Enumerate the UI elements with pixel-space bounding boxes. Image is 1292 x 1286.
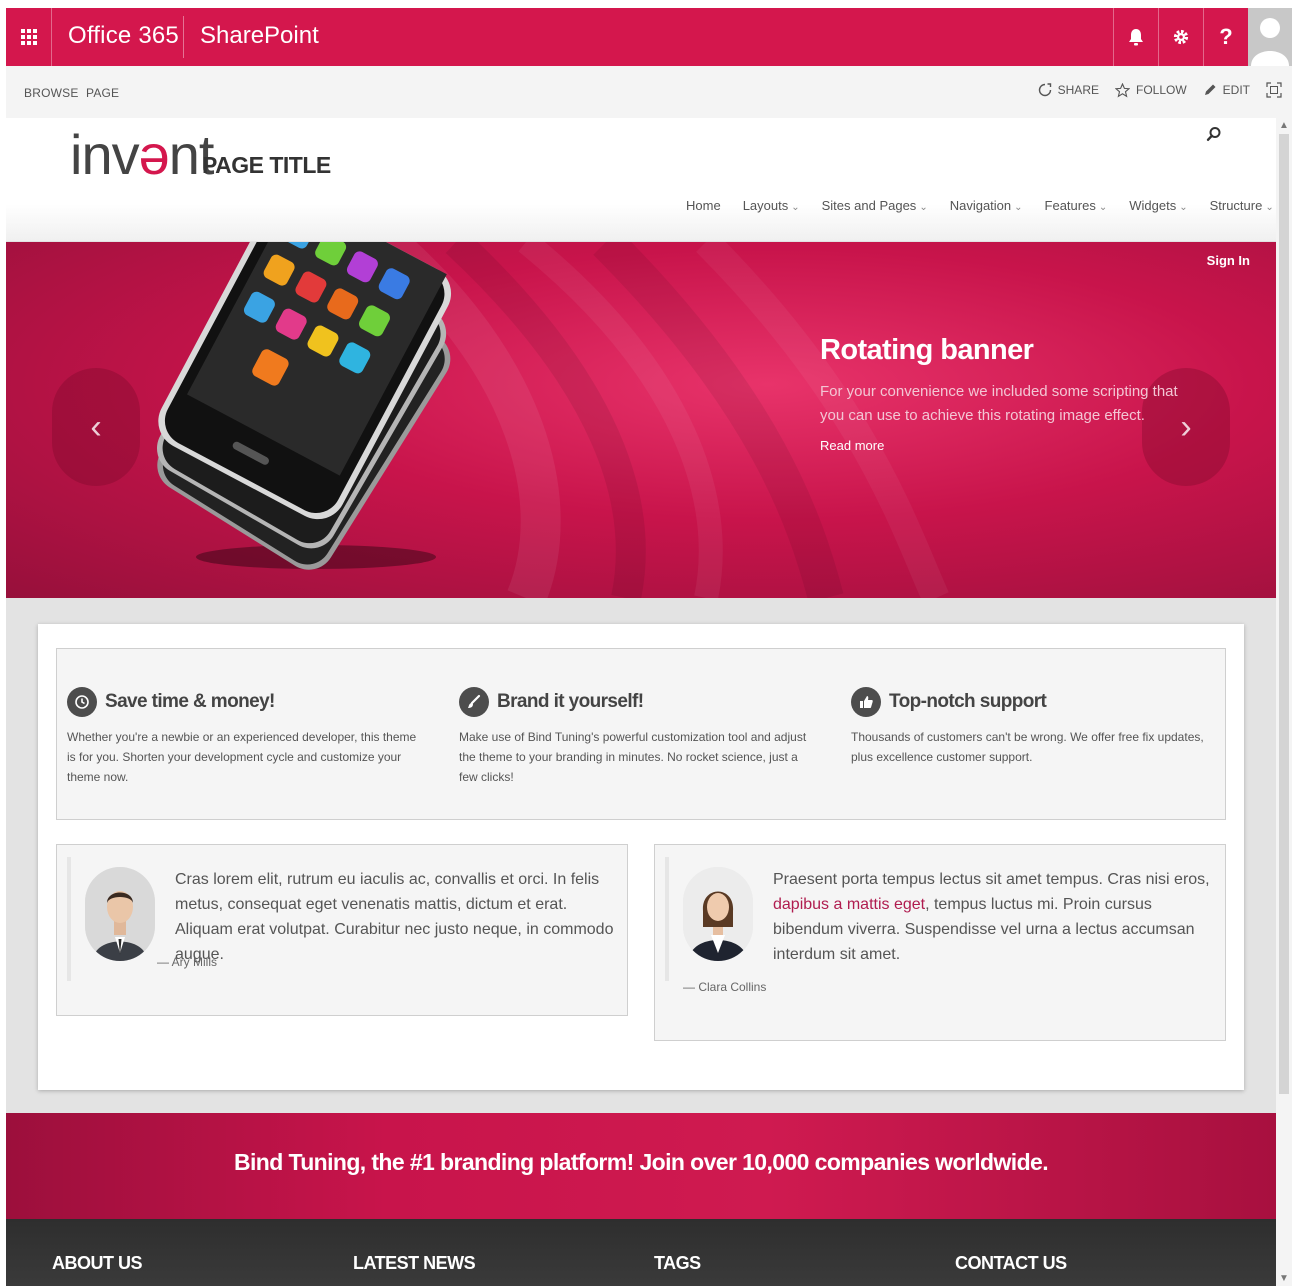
- page-title: PAGE TITLE: [202, 152, 331, 178]
- notifications-button[interactable]: [1113, 8, 1158, 66]
- cta-band: Bind Tuning, the #1 branding platform! J…: [6, 1113, 1276, 1219]
- gear-icon: [1173, 29, 1189, 45]
- avatar: [85, 867, 155, 961]
- edit-button[interactable]: EDIT: [1203, 83, 1250, 97]
- chevron-down-icon: ⌄: [919, 202, 928, 213]
- suite-divider: [183, 16, 184, 58]
- person-icon: [1251, 18, 1289, 66]
- share-label: SHARE: [1057, 83, 1099, 97]
- waffle-icon: [20, 29, 37, 45]
- quote-bar: [665, 857, 669, 981]
- avatar-woman-image: [683, 867, 753, 961]
- testimonial-link[interactable]: dapibus a mattis eget: [773, 896, 925, 913]
- sharepoint-page: Office 365 SharePoint ? BROWSE PAGE SHAR…: [6, 8, 1292, 1286]
- footer-heading-about: ABOUT US: [52, 1253, 143, 1273]
- pencil-icon: [1204, 84, 1216, 95]
- edit-label: EDIT: [1222, 83, 1250, 97]
- follow-label: FOLLOW: [1135, 83, 1187, 97]
- scroll-up-icon[interactable]: ▲: [1279, 120, 1289, 131]
- footer-heading-news: LATEST NEWS: [353, 1253, 476, 1273]
- footer-heading-tags: TAGS: [654, 1253, 701, 1273]
- chevron-down-icon: ⌄: [1265, 202, 1274, 213]
- chevron-down-icon: ⌄: [791, 202, 800, 213]
- top-navigation: Home Layouts ⌄ Sites and Pages ⌄ Navigatio…: [686, 198, 1292, 213]
- feature-title: Top-notch support: [889, 691, 1047, 712]
- testimonial-text: Cras lorem elit, rutrum eu iaculis ac, c…: [175, 871, 614, 963]
- settings-button[interactable]: [1158, 8, 1203, 66]
- feature-brand-it: Brand it yourself! Make use of Bind Tuni…: [459, 683, 819, 787]
- cta-text: Bind Tuning, the #1 branding platform! J…: [233, 1149, 1049, 1175]
- search-button[interactable]: [1206, 126, 1222, 147]
- banner-text: For your convenience we included some sc…: [820, 383, 1178, 424]
- feature-text: Make use of Bind Tuning's powerful custo…: [459, 730, 807, 784]
- smartphone-image: [156, 242, 452, 570]
- nav-item-features[interactable]: Features ⌄: [1045, 198, 1108, 213]
- site-logo[interactable]: invənt: [70, 122, 214, 187]
- avatar: [683, 867, 753, 961]
- share-icon: [1038, 83, 1051, 97]
- footer-heading-contact: CONTACT US: [955, 1253, 1067, 1273]
- nav-item-home[interactable]: Home: [686, 198, 721, 213]
- feature-text: Whether you're a newbie or an experience…: [67, 730, 417, 784]
- scroll-down-icon[interactable]: ▼: [1279, 1273, 1289, 1284]
- content-card: Save time & money! Whether you're a newb…: [38, 624, 1244, 1090]
- clock-icon: [67, 687, 97, 717]
- site-footer: ABOUT US LATEST NEWS TAGS CONTACT US: [6, 1219, 1276, 1286]
- testimonial-card: Praesent porta tempus lectus sit amet te…: [654, 844, 1226, 1041]
- chevron-down-icon: ⌄: [1098, 202, 1108, 213]
- app-launcher-button[interactable]: [6, 8, 52, 66]
- brush-icon: [459, 687, 489, 717]
- banner-prev-button[interactable]: ‹: [52, 368, 140, 486]
- ribbon-bar: BROWSE PAGE SHARE FOLLOW EDIT: [6, 66, 1292, 118]
- feature-text: Thousands of customers can't be wrong. W…: [851, 730, 1204, 764]
- nav-item-layouts[interactable]: Layouts ⌄: [743, 198, 800, 213]
- focus-icon: [1266, 82, 1282, 98]
- chevron-left-icon: ‹: [90, 407, 102, 446]
- feature-title: Brand it yourself!: [497, 691, 644, 712]
- search-icon: [1206, 127, 1221, 141]
- office365-link[interactable]: Office 365: [68, 22, 179, 50]
- chevron-down-icon: ⌄: [1014, 202, 1023, 213]
- testimonial-author: — Clara Collins: [683, 980, 767, 994]
- sharepoint-link[interactable]: SharePoint: [200, 22, 319, 50]
- feature-support: Top-notch support Thousands of customers…: [851, 683, 1211, 767]
- ribbon-actions: SHARE FOLLOW EDIT: [1028, 82, 1282, 98]
- star-icon: [1114, 82, 1130, 97]
- share-button[interactable]: SHARE: [1038, 83, 1099, 97]
- page-scrollbar[interactable]: ▲ ▼: [1276, 118, 1292, 1286]
- focus-content-button[interactable]: [1266, 82, 1282, 98]
- nav-item-navigation[interactable]: Navigation ⌄: [950, 198, 1023, 213]
- testimonial-text: Praesent porta tempus lectus sit amet te…: [773, 871, 1210, 963]
- ribbon-tab-browse[interactable]: BROWSE: [24, 86, 79, 100]
- bell-icon: [1129, 29, 1143, 46]
- quote-bar: [67, 857, 71, 981]
- sign-in-link[interactable]: Sign In: [1207, 253, 1250, 268]
- suite-icons: ?: [1113, 8, 1248, 66]
- nav-item-sites-and-pages[interactable]: Sites and Pages ⌄: [822, 198, 928, 213]
- thumbs-up-icon: [851, 687, 881, 717]
- rotating-banner: Sign In ‹ › Rotating banner For your con…: [6, 242, 1276, 598]
- follow-button[interactable]: FOLLOW: [1114, 82, 1187, 98]
- avatar-man-image: [85, 867, 155, 961]
- nav-item-widgets[interactable]: Widgets ⌄: [1129, 198, 1187, 213]
- suite-bar: Office 365 SharePoint ?: [6, 8, 1292, 66]
- features-box: Save time & money! Whether you're a newb…: [56, 648, 1226, 820]
- banner-title: Rotating banner: [820, 334, 1034, 366]
- ribbon-tab-page[interactable]: PAGE: [86, 86, 119, 100]
- nav-item-structure[interactable]: Structure ⌄: [1210, 198, 1274, 213]
- feature-title: Save time & money!: [105, 691, 275, 712]
- read-more-link[interactable]: Read more: [820, 438, 884, 453]
- user-avatar[interactable]: [1248, 8, 1292, 66]
- chevron-down-icon: ⌄: [1179, 202, 1188, 213]
- testimonial-author: — Ary Mills: [157, 955, 217, 969]
- help-icon: ?: [1219, 24, 1233, 49]
- scroll-thumb[interactable]: [1279, 134, 1289, 1094]
- feature-save-time: Save time & money! Whether you're a newb…: [67, 683, 427, 787]
- help-button[interactable]: ?: [1203, 8, 1248, 66]
- testimonial-card: Cras lorem elit, rutrum eu iaculis ac, c…: [56, 844, 628, 1016]
- site-header: invənt PAGE TITLE Home Layouts ⌄ Sites an…: [6, 118, 1276, 242]
